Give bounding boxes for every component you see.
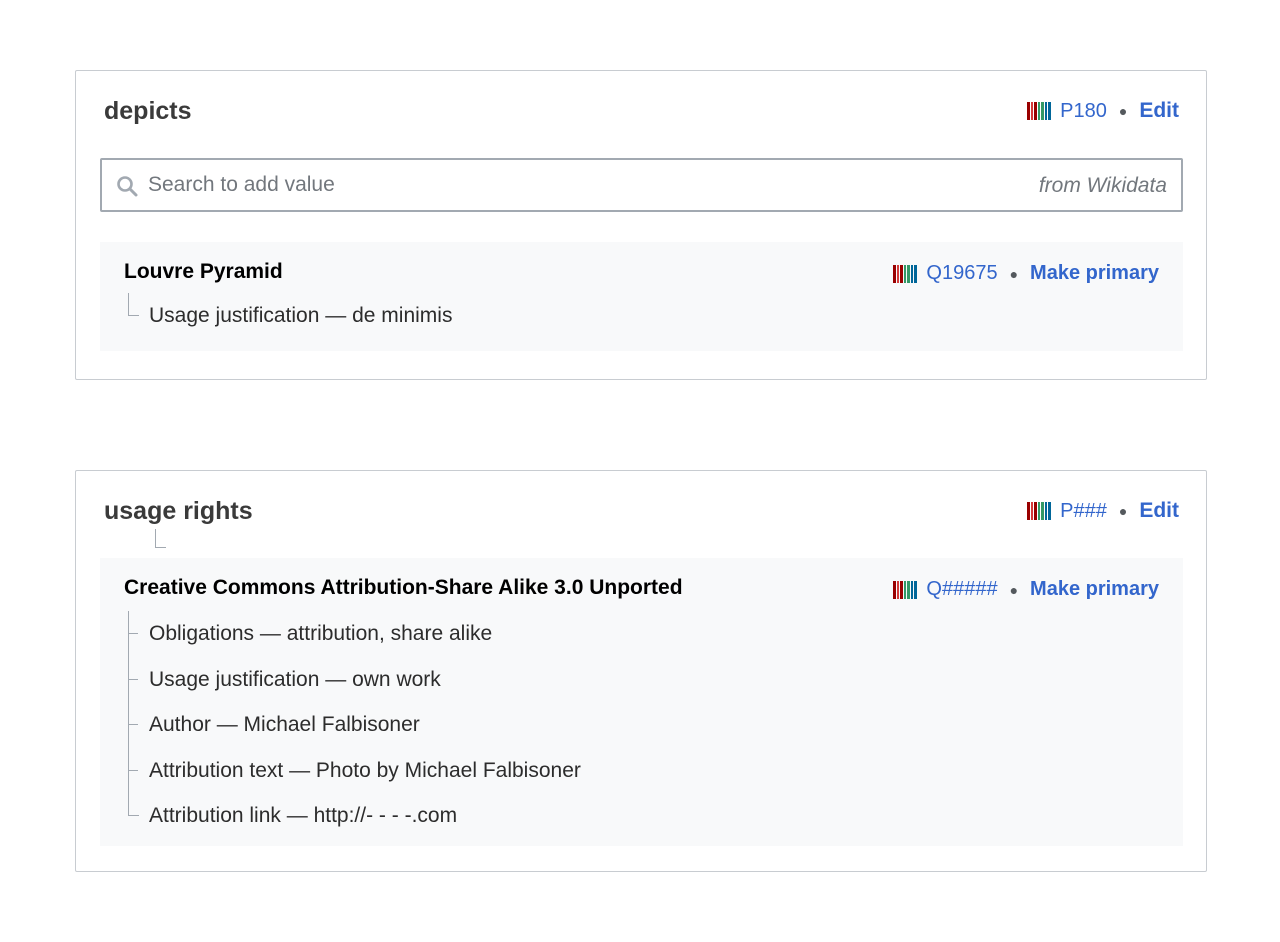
wikidata-logo-icon [893, 580, 918, 599]
property-meta: P### ● Edit [1027, 499, 1179, 523]
search-icon [117, 176, 138, 197]
wikidata-logo-icon [1027, 102, 1052, 120]
tree-connector [128, 656, 139, 703]
depicts-panel: depicts P180 ● Edit from Wikidata Louvre… [75, 70, 1207, 380]
separator-dot: ● [1118, 103, 1128, 119]
value-label: Louvre Pyramid [124, 260, 283, 283]
usage-rights-panel: usage rights P### ● Edit Creative Common… [75, 470, 1207, 872]
tree-connector [128, 793, 139, 817]
statement-value: Creative Commons Attribution-Share Alike… [100, 558, 1183, 846]
property-id-link[interactable]: P180 [1060, 100, 1107, 123]
qualifier-list: Usage justification — de minimis [124, 293, 452, 339]
property-meta: P180 ● Edit [1027, 99, 1179, 123]
search-box[interactable]: from Wikidata [100, 158, 1183, 212]
search-source-hint: from Wikidata [1038, 174, 1167, 197]
tree-connector [155, 529, 166, 548]
item-id-link[interactable]: Q19675 [926, 262, 997, 285]
make-primary-button[interactable]: Make primary [1030, 262, 1159, 285]
separator-dot: ● [1009, 265, 1019, 282]
qualifier-text: Attribution text — Photo by Michael Falb… [149, 758, 581, 782]
property-id-link[interactable]: P### [1060, 500, 1107, 523]
edit-button[interactable]: Edit [1139, 499, 1179, 523]
qualifier-item: Attribution text — Photo by Michael Falb… [124, 747, 581, 794]
value-meta: Q##### ● Make primary [893, 578, 1159, 601]
wikidata-logo-icon [1027, 502, 1052, 520]
qualifier-text: Usage justification — own work [149, 667, 441, 691]
search-input[interactable] [148, 168, 948, 202]
qualifier-item: Attribution link — http://- - - -.com [124, 793, 581, 839]
qualifier-item: Usage justification — de minimis [124, 293, 452, 339]
wikidata-logo-icon [893, 264, 918, 283]
tree-connector [128, 747, 139, 794]
qualifier-text: Obligations — attribution, share alike [149, 622, 493, 645]
item-id-link[interactable]: Q##### [926, 578, 997, 601]
value-meta: Q19675 ● Make primary [893, 262, 1159, 285]
qualifier-item: Usage justification — own work [124, 656, 581, 703]
separator-dot: ● [1118, 503, 1128, 519]
make-primary-button[interactable]: Make primary [1030, 578, 1159, 601]
tree-connector [128, 702, 139, 748]
panel-title: usage rights [104, 497, 253, 525]
edit-button[interactable]: Edit [1139, 99, 1179, 123]
qualifier-text: Author — Michael Falbisoner [149, 713, 420, 737]
qualifier-text: Attribution link — http://- - - -.com [149, 804, 458, 828]
tree-connector [128, 293, 139, 316]
qualifier-list: Obligations — attribution, share alike U… [124, 611, 581, 839]
value-label: Creative Commons Attribution-Share Alike… [124, 576, 683, 599]
qualifier-item: Obligations — attribution, share alike [124, 611, 581, 657]
tree-connector [128, 611, 139, 657]
statement-value: Louvre Pyramid Q19675 ● Make primary Usa… [100, 242, 1183, 351]
qualifier-item: Author — Michael Falbisoner [124, 702, 581, 748]
separator-dot: ● [1009, 581, 1019, 598]
qualifier-text: Usage justification — de minimis [149, 304, 453, 327]
panel-title: depicts [104, 97, 192, 125]
